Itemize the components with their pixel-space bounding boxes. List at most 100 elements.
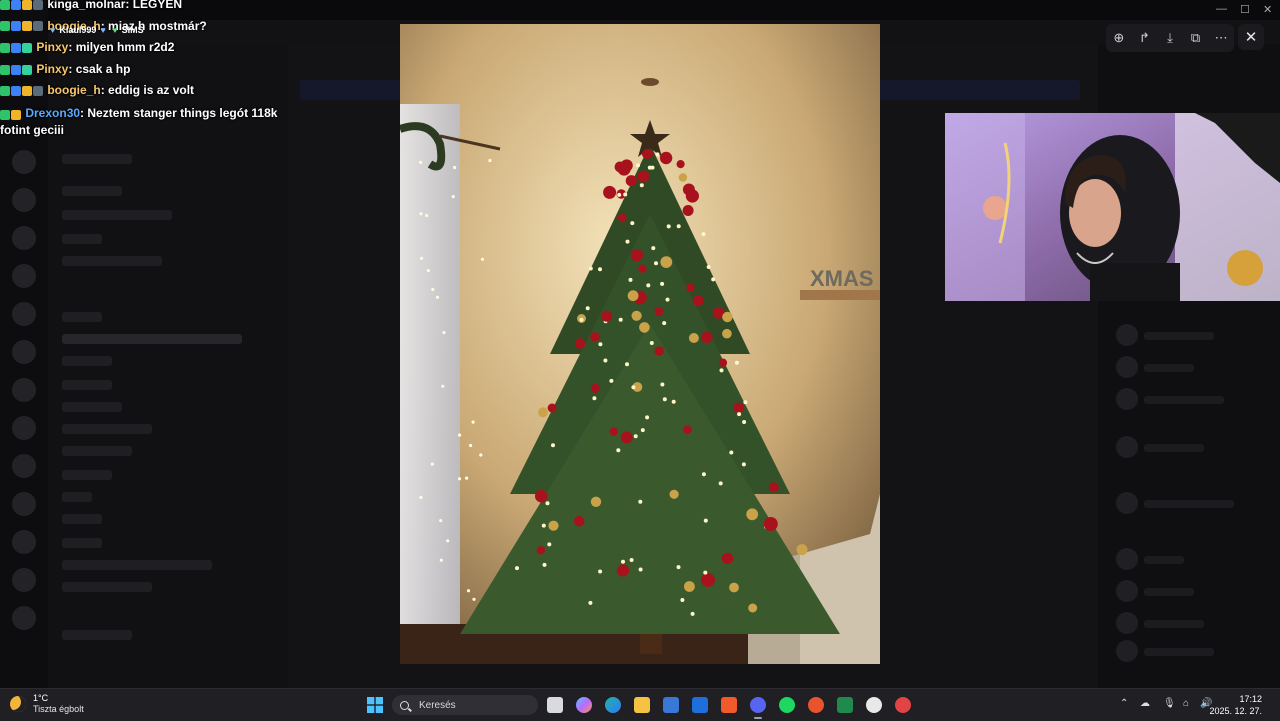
network-icon[interactable]: ⌂ (1183, 698, 1189, 709)
server-icon[interactable] (12, 340, 36, 364)
member-avatar[interactable] (1116, 324, 1138, 346)
channel-item[interactable] (62, 154, 132, 164)
file-explorer-icon[interactable] (634, 697, 650, 713)
outlook-icon[interactable] (692, 697, 708, 713)
server-icon[interactable] (12, 416, 36, 440)
chat-username[interactable]: Pinxy (36, 62, 68, 76)
chat-username[interactable]: kinga_molnar (47, 0, 125, 11)
weather-widget[interactable]: 1°C Tiszta égbolt (10, 693, 84, 715)
member-name (1144, 444, 1204, 452)
server-icon[interactable] (12, 150, 36, 174)
taskbar-search[interactable]: Keresés (392, 695, 538, 715)
string-light (671, 399, 676, 404)
channel-item[interactable] (62, 470, 112, 480)
chat-username[interactable]: boogie_h (47, 83, 100, 97)
chat-separator: : (100, 83, 105, 98)
channel-item[interactable] (62, 492, 92, 502)
red-bauble (692, 295, 704, 307)
start-button[interactable] (367, 697, 383, 713)
red-bauble (638, 264, 647, 273)
channel-sidebar (48, 44, 288, 688)
string-light (701, 472, 706, 477)
member-name (1144, 620, 1204, 628)
curtain-light (453, 165, 457, 170)
zoom-icon[interactable]: ⊕ (1108, 27, 1130, 49)
member-avatar[interactable] (1116, 580, 1138, 602)
string-light (734, 360, 739, 365)
member-avatar[interactable] (1116, 612, 1138, 634)
obs-recording-icon[interactable] (895, 697, 911, 713)
channel-item[interactable] (62, 210, 172, 220)
channel-item[interactable] (62, 582, 152, 592)
chat-text: LEGYEN (132, 0, 183, 11)
channel-item[interactable] (62, 446, 132, 456)
server-icon[interactable] (12, 302, 36, 326)
channel-item[interactable] (62, 186, 122, 196)
red-bauble (630, 248, 644, 262)
member-avatar[interactable] (1116, 436, 1138, 458)
red-bauble (718, 358, 728, 367)
channel-item[interactable] (62, 560, 212, 570)
chevron-up-icon[interactable]: ⌃ (1120, 698, 1128, 709)
excel-icon[interactable] (837, 697, 853, 713)
task-view-icon[interactable] (547, 697, 563, 713)
chat-separator: : (80, 105, 85, 120)
member-name (1144, 332, 1214, 340)
origin-app-icon[interactable] (808, 697, 824, 713)
channel-item[interactable] (62, 312, 102, 322)
cloud-icon[interactable]: ☁ (1140, 698, 1150, 709)
minimize-button[interactable]: — (1216, 3, 1227, 15)
server-icon[interactable] (12, 378, 36, 402)
open-external-icon[interactable]: ⧉ (1185, 27, 1207, 49)
channel-item[interactable] (62, 256, 162, 266)
edge-browser-icon[interactable] (605, 697, 621, 713)
member-avatar[interactable] (1116, 388, 1138, 410)
curtain (400, 104, 460, 624)
server-icon[interactable] (12, 606, 36, 630)
download-icon[interactable]: ⤓ (1159, 27, 1181, 49)
chat-badges (0, 80, 44, 102)
server-icon[interactable] (12, 568, 36, 592)
member-avatar[interactable] (1116, 640, 1138, 662)
microsoft-store-icon[interactable] (663, 697, 679, 713)
forward-icon[interactable]: ↱ (1133, 27, 1155, 49)
more-icon[interactable]: ⋯ (1210, 27, 1232, 49)
system-clock[interactable]: 17:12 2025. 12. 27. (1209, 693, 1262, 717)
server-icon[interactable] (12, 454, 36, 478)
server-icon[interactable] (12, 492, 36, 516)
channel-item[interactable] (62, 234, 102, 244)
string-light (603, 358, 608, 363)
copilot-icon[interactable] (576, 697, 592, 713)
channel-item[interactable] (62, 538, 102, 548)
discord-icon[interactable] (750, 697, 766, 713)
shirt (1090, 263, 1180, 301)
brave-browser-icon[interactable] (721, 697, 737, 713)
server-icon[interactable] (12, 530, 36, 554)
microphone-icon[interactable]: 🎙 (1163, 698, 1176, 709)
chat-username[interactable]: Pinxy (36, 40, 68, 54)
settings-gear-icon[interactable] (866, 697, 882, 713)
channel-item-active[interactable] (62, 334, 242, 344)
close-viewer-button[interactable]: ✕ (1238, 24, 1264, 50)
channel-item[interactable] (62, 630, 132, 640)
red-bauble (683, 425, 692, 434)
channel-item[interactable] (62, 424, 152, 434)
curtain-light (446, 539, 450, 543)
member-avatar[interactable] (1116, 492, 1138, 514)
member-name (1144, 648, 1214, 656)
string-light (647, 165, 652, 170)
channel-item[interactable] (62, 514, 102, 524)
spotify-icon[interactable] (779, 697, 795, 713)
maximize-button[interactable]: ☐ (1240, 3, 1250, 16)
member-avatar[interactable] (1116, 548, 1138, 570)
server-icon[interactable] (12, 188, 36, 212)
image-preview[interactable]: XMAS (400, 24, 880, 664)
server-icon[interactable] (12, 226, 36, 250)
channel-item[interactable] (62, 402, 122, 412)
chat-username[interactable]: Drexon30 (25, 106, 80, 120)
server-icon[interactable] (12, 264, 36, 288)
channel-item[interactable] (62, 356, 112, 366)
window-close-button[interactable]: ✕ (1263, 3, 1272, 16)
channel-item[interactable] (62, 380, 112, 390)
member-avatar[interactable] (1116, 356, 1138, 378)
